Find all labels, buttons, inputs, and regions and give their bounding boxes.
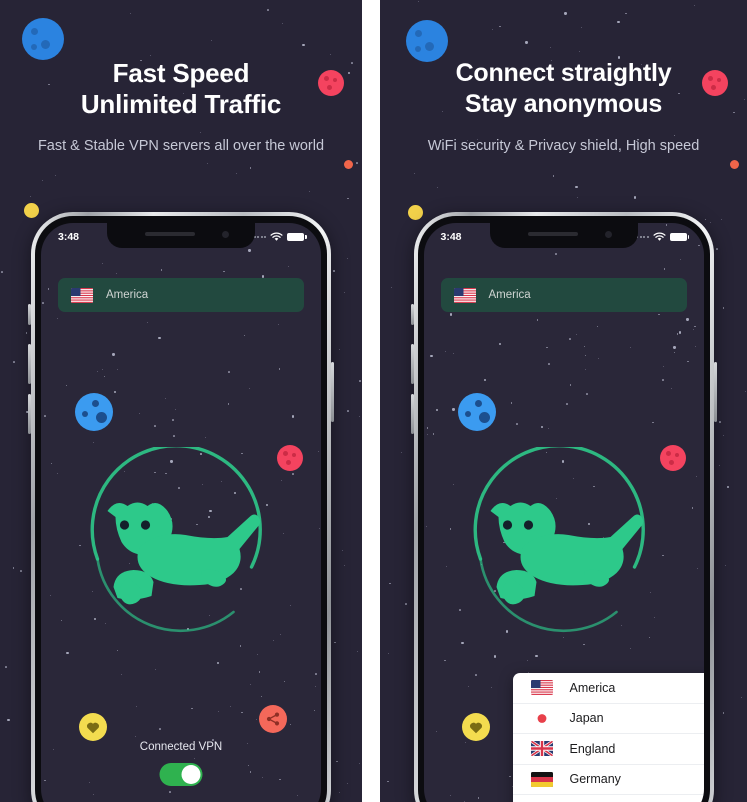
store-screenshot-pair: Fast Speed Unlimited Traffic Fast & Stab… — [0, 0, 747, 802]
headline-line-2: Unlimited Traffic — [80, 89, 282, 119]
phone-notch — [489, 223, 638, 248]
flag-usa-icon — [453, 287, 476, 303]
headline-line-1: Connect straightly — [455, 59, 672, 87]
favorite-button[interactable] — [79, 713, 107, 741]
list-item[interactable]: England — [512, 734, 704, 765]
list-item-label: Germany — [569, 772, 621, 787]
phone-screen: 3:48 — [41, 223, 321, 802]
phone-volume-up-button[interactable] — [28, 344, 31, 384]
headline-subtitle: WiFi security & Privacy shield, High spe… — [427, 138, 700, 154]
phone-bezel: 3:48 — [417, 216, 710, 802]
connection-status-label: Connected VPN — [139, 741, 223, 753]
list-item[interactable]: Germany — [512, 765, 704, 795]
status-bar-time: 3:48 — [58, 231, 80, 243]
promo-panel-right: Connect straightly Stay anonymous WiFi s… — [380, 0, 747, 802]
flag-usa-icon — [530, 680, 553, 696]
phone-power-button[interactable] — [331, 362, 334, 422]
phone-mute-switch[interactable] — [28, 304, 31, 325]
vpn-connect-toggle[interactable] — [159, 763, 203, 786]
planet-yellow-decor — [408, 205, 423, 220]
phone-mockup: 3:48 — [28, 212, 334, 802]
flag-germany-icon — [530, 771, 553, 787]
list-item[interactable]: Philippines — [513, 795, 704, 802]
planet-orange-decor — [344, 160, 353, 169]
phone-volume-down-button[interactable] — [410, 394, 414, 434]
status-bar-indicators — [253, 232, 307, 242]
planet-blue-screen-decor — [457, 393, 496, 431]
earpiece-speaker-icon — [145, 232, 195, 236]
status-bar-time: 3:48 — [440, 231, 462, 243]
toggle-knob — [181, 765, 201, 784]
battery-icon — [287, 232, 307, 242]
headline-block: Connect straightly Stay anonymous WiFi s… — [380, 58, 747, 155]
list-item-label: Japan — [569, 711, 604, 726]
planet-pink-screen-decor — [277, 445, 303, 471]
front-camera-icon — [604, 231, 612, 238]
share-icon — [266, 712, 280, 726]
phone-mockup: 3:48 — [410, 212, 717, 802]
front-camera-icon — [222, 231, 229, 238]
country-selector-label: America — [488, 289, 531, 301]
headline-line-2: Stay anonymous — [464, 90, 663, 118]
favorite-button[interactable] — [461, 713, 490, 741]
wifi-icon — [270, 232, 283, 241]
planet-blue-decor — [22, 18, 64, 60]
phone-screen: 3:48 — [423, 223, 704, 802]
heart-icon — [87, 722, 99, 733]
planet-blue-decor — [406, 20, 448, 62]
flag-japan-icon — [530, 710, 553, 726]
phone-mute-switch[interactable] — [410, 304, 414, 325]
share-button[interactable] — [259, 705, 287, 733]
wifi-icon — [652, 232, 666, 241]
planet-yellow-decor — [24, 203, 39, 218]
planet-pink-screen-decor — [659, 445, 686, 471]
planet-blue-screen-decor — [75, 393, 113, 431]
list-item[interactable]: Japan — [512, 704, 704, 734]
earpiece-speaker-icon — [527, 232, 578, 236]
headline-line-1: Fast Speed — [112, 58, 250, 88]
list-item-label: England — [569, 741, 616, 756]
flag-usa-icon — [71, 287, 93, 303]
phone-volume-down-button[interactable] — [28, 394, 31, 434]
country-selector-label: America — [106, 289, 149, 301]
heart-icon — [469, 722, 482, 733]
phone-bezel: 3:48 — [35, 216, 327, 802]
country-selector[interactable]: America — [58, 278, 304, 312]
status-bar-indicators — [636, 232, 689, 242]
flag-uk-icon — [530, 741, 553, 757]
list-item[interactable]: America — [512, 673, 704, 704]
headline-subtitle: Fast & Stable VPN servers all over the w… — [37, 138, 325, 154]
signal-dots-icon — [253, 236, 266, 238]
signal-dots-icon — [636, 236, 649, 238]
bottom-controls: Connected VPN — [41, 691, 321, 802]
green-cat-mascot-icon — [466, 447, 661, 647]
promo-panel-left: Fast Speed Unlimited Traffic Fast & Stab… — [0, 0, 362, 802]
phone-notch — [107, 223, 255, 248]
green-cat-mascot-icon — [84, 447, 279, 647]
list-item-label: America — [569, 680, 616, 695]
planet-orange-decor — [730, 160, 739, 169]
country-dropdown-list[interactable]: America Japan England Germany — [512, 673, 704, 802]
phone-volume-up-button[interactable] — [410, 344, 414, 384]
panel-divider — [362, 0, 380, 802]
country-selector[interactable]: America — [440, 278, 687, 312]
battery-icon — [669, 232, 689, 242]
headline-block: Fast Speed Unlimited Traffic Fast & Stab… — [0, 58, 362, 155]
phone-power-button[interactable] — [713, 362, 717, 422]
